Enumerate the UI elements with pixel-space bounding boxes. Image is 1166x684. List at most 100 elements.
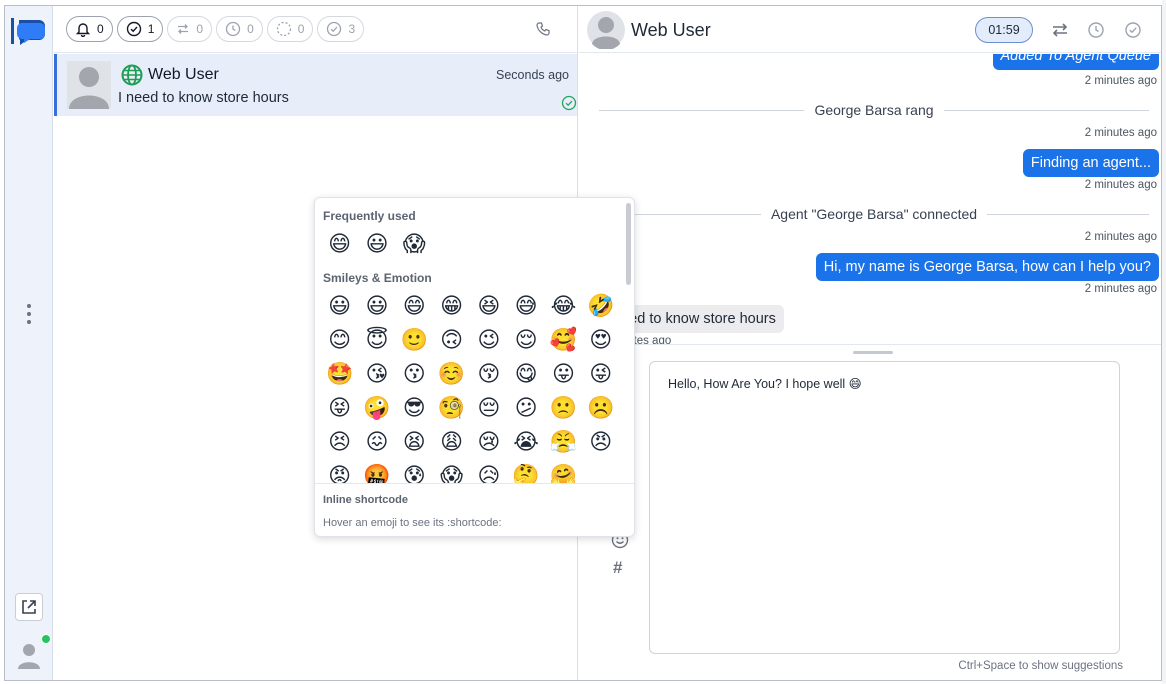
message-composer[interactable]: Hello, How Are You? I hope well 😄 xyxy=(649,361,1120,654)
emoji-item[interactable]: 😅 xyxy=(507,289,544,323)
emoji-picker: Frequently used 😄 😃 😱 Smileys & Emotion … xyxy=(314,197,635,537)
transfer-icon[interactable] xyxy=(1051,21,1069,39)
app-logo-icon[interactable] xyxy=(9,14,47,48)
shortcode-hint: Hover an emoji to see its :shortcode: xyxy=(323,517,502,529)
snooze-clock-icon[interactable] xyxy=(1087,21,1105,39)
emoji-item[interactable]: 😤 xyxy=(545,425,582,459)
emoji-item[interactable]: 😜 xyxy=(582,357,619,391)
emoji-scroll-area[interactable]: Frequently used 😄 😃 😱 Smileys & Emotion … xyxy=(315,198,627,483)
emoji-item[interactable]: 😉 xyxy=(470,323,507,357)
filter-count: 3 xyxy=(348,22,356,36)
emoji-item[interactable]: 😁 xyxy=(433,289,470,323)
composer-text[interactable]: Hello, How Are You? I hope well 😄 xyxy=(668,376,862,391)
user-avatar[interactable] xyxy=(17,641,41,669)
shortcode-title: Inline shortcode xyxy=(323,494,408,506)
emoji-item[interactable]: 😘 xyxy=(358,357,395,391)
emoji-item[interactable]: 😱 xyxy=(396,227,433,261)
filter-count: 1 xyxy=(147,22,155,36)
emoji-item[interactable]: 🙂 xyxy=(396,323,433,357)
emoji-item[interactable]: 😃 xyxy=(358,227,395,261)
emoji-item[interactable]: 😭 xyxy=(507,425,544,459)
emoji-item[interactable]: 😠 xyxy=(582,425,619,459)
emoji-item[interactable]: 😃 xyxy=(358,289,395,323)
filter-transferred[interactable]: 0 xyxy=(167,16,213,42)
emoji-item[interactable]: 🤣 xyxy=(582,289,619,323)
emoji-item[interactable]: 🤪 xyxy=(358,391,395,425)
resize-handle[interactable] xyxy=(853,351,893,354)
phone-icon[interactable] xyxy=(535,21,551,37)
emoji-item[interactable]: 😇 xyxy=(358,323,395,357)
filter-count: 0 xyxy=(297,22,305,36)
filter-active[interactable]: 1 xyxy=(116,16,164,42)
chat-header: Web User 01:59 xyxy=(579,6,1161,53)
emoji-item[interactable]: 🧐 xyxy=(433,391,470,425)
emoji-item[interactable]: 😎 xyxy=(396,391,433,425)
emoji-item[interactable]: 😊 xyxy=(321,323,358,357)
filter-closed[interactable]: 3 xyxy=(317,16,365,42)
emoji-item[interactable]: 😄 xyxy=(396,289,433,323)
more-menu-icon[interactable] xyxy=(21,304,37,336)
resolve-check-icon[interactable] xyxy=(1124,21,1142,39)
conversation-time: Seconds ago xyxy=(496,68,569,82)
message-time: 2 minutes ago xyxy=(1084,283,1157,295)
emoji-item[interactable]: 😕 xyxy=(507,391,544,425)
emoji-item[interactable]: 🥰 xyxy=(545,323,582,357)
chat-pane: Web User 01:59 Added To Agent Queue 2 mi… xyxy=(579,6,1161,680)
transfer-icon xyxy=(178,24,189,34)
filter-notifications[interactable]: 0 xyxy=(66,16,113,42)
chat-title: Web User xyxy=(631,20,711,40)
message-time: 2 minutes ago xyxy=(1084,231,1157,243)
conversation-preview: I need to know store hours xyxy=(118,90,289,106)
emoji-item[interactable]: ☹️ xyxy=(582,391,619,425)
window-edge xyxy=(1162,0,1166,684)
message-time: 2 minutes ago xyxy=(1084,75,1157,87)
emoji-item[interactable]: 😋 xyxy=(507,357,544,391)
emoji-item[interactable]: 😌 xyxy=(507,323,544,357)
conversation-item[interactable]: Web User Seconds ago I need to know stor… xyxy=(54,54,577,116)
emoji-item[interactable]: 😂 xyxy=(545,289,582,323)
emoji-item[interactable]: 😗 xyxy=(396,357,433,391)
emoji-item[interactable]: 😩 xyxy=(433,425,470,459)
emoji-item[interactable]: 😣 xyxy=(321,425,358,459)
online-status-dot xyxy=(41,634,51,644)
emoji-item[interactable]: 😔 xyxy=(470,391,507,425)
emoji-item[interactable]: 😛 xyxy=(545,357,582,391)
contact-avatar xyxy=(587,11,625,49)
emoji-item[interactable]: 😃 xyxy=(321,289,358,323)
picker-scrollbar[interactable] xyxy=(626,203,631,285)
emoji-item[interactable]: 🤬 xyxy=(358,459,395,484)
emoji-item[interactable]: 😚 xyxy=(470,357,507,391)
emoji-item[interactable]: 🤩 xyxy=(321,357,358,391)
emoji-item[interactable]: 🤗 xyxy=(545,459,582,484)
emoji-item[interactable]: 😢 xyxy=(470,425,507,459)
emoji-row: 😃 😃 😄 😁 😆 😅 😂 🤣 xyxy=(321,289,619,323)
emoji-row: 😄 😃 😱 xyxy=(321,227,433,261)
emoji-item[interactable]: 😍 xyxy=(582,323,619,357)
emoji-item[interactable]: 🙃 xyxy=(433,323,470,357)
clock-icon xyxy=(225,21,241,37)
system-message: Agent "George Barsa" connected xyxy=(599,206,1150,222)
emoji-item[interactable]: 😡 xyxy=(321,459,358,484)
chat-timer: 01:59 xyxy=(975,17,1033,43)
emoji-item[interactable]: 😱 xyxy=(433,459,470,484)
emoji-item[interactable]: 😥 xyxy=(470,459,507,484)
emoji-item[interactable]: 😫 xyxy=(396,425,433,459)
message-bubble: Hi, my name is George Barsa, how can I h… xyxy=(815,253,1159,281)
message-time: 2 minutes ago xyxy=(1084,127,1157,139)
emoji-item[interactable]: 😝 xyxy=(321,391,358,425)
hashtag-icon[interactable]: # xyxy=(613,558,622,578)
filter-pending[interactable]: 0 xyxy=(216,16,263,42)
left-rail xyxy=(5,6,53,680)
emoji-item[interactable]: 🤔 xyxy=(507,459,544,484)
filter-unassigned[interactable]: 0 xyxy=(266,16,314,42)
emoji-section-title: Frequently used xyxy=(323,209,416,223)
emoji-item[interactable]: 😖 xyxy=(358,425,395,459)
emoji-item[interactable]: 😆 xyxy=(470,289,507,323)
popout-button[interactable] xyxy=(15,593,43,621)
emoji-item[interactable]: 🙁 xyxy=(545,391,582,425)
composer-hint: Ctrl+Space to show suggestions xyxy=(958,660,1123,672)
emoji-item[interactable]: 😰 xyxy=(396,459,433,484)
emoji-item[interactable]: 😄 xyxy=(321,227,358,261)
system-message-text: Agent "George Barsa" connected xyxy=(770,206,978,222)
emoji-item[interactable]: ☺️ xyxy=(433,357,470,391)
